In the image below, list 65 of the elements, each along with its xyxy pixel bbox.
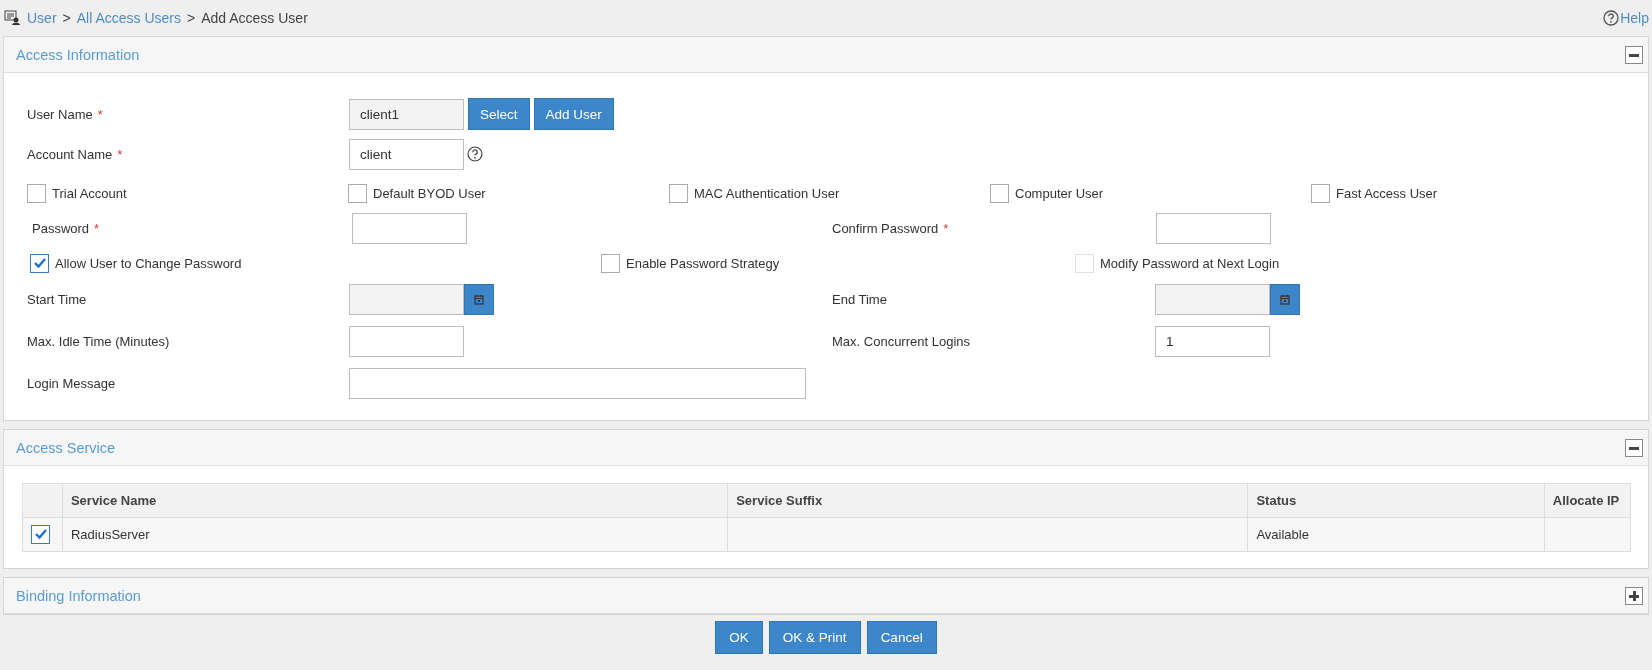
checkbox[interactable]: [601, 253, 620, 273]
help-icon: [1603, 10, 1620, 26]
column-header: Allocate IP: [1544, 483, 1631, 518]
field-label: Confirm Password: [832, 220, 939, 236]
breadcrumb-text: Add Access User: [201, 10, 308, 26]
checkbox[interactable]: [27, 183, 46, 203]
panel-title: Access Service: [16, 439, 116, 456]
form-button[interactable]: Cancel: [866, 621, 937, 654]
field-label: End Time: [832, 291, 887, 307]
required-mark: *: [117, 146, 123, 162]
panel-title: Binding Information: [16, 587, 141, 604]
input-field[interactable]: client: [349, 138, 464, 170]
checkbox-label: MAC Authentication User: [694, 185, 840, 201]
checkbox-label: Modify Password at Next Login: [1100, 255, 1280, 271]
calendar-button[interactable]: [464, 283, 494, 315]
checkbox[interactable]: [348, 183, 367, 203]
table-cell: RadiusServer: [62, 517, 728, 552]
calendar-button[interactable]: [1270, 283, 1300, 315]
field-label: Max. Concurrent Logins: [832, 333, 970, 349]
checkbox[interactable]: [30, 253, 49, 273]
required-mark: *: [97, 106, 103, 122]
breadcrumb-text: >: [62, 10, 71, 26]
user-list-icon: [4, 9, 21, 27]
required-mark: *: [943, 220, 949, 236]
input-field[interactable]: [1156, 212, 1271, 244]
help-link[interactable]: Help: [1603, 10, 1649, 26]
calendar-icon: [1280, 293, 1290, 305]
column-header: Service Name: [62, 483, 728, 518]
column-header: Service Suffix: [727, 483, 1248, 518]
form-button[interactable]: OK & Print: [768, 621, 861, 654]
checkbox-label: Computer User: [1015, 185, 1104, 201]
panel-title: Access Information: [16, 46, 140, 63]
input-field[interactable]: [349, 367, 806, 399]
checkbox[interactable]: [1311, 183, 1330, 203]
breadcrumb-link[interactable]: User: [27, 10, 57, 26]
input-field[interactable]: [352, 212, 467, 244]
input-field[interactable]: [349, 325, 464, 357]
breadcrumb-text: >: [187, 10, 196, 26]
check-icon: [32, 256, 47, 270]
help-icon[interactable]: [467, 146, 483, 162]
required-mark: *: [94, 220, 100, 236]
checkbox[interactable]: [990, 183, 1009, 203]
form-button[interactable]: OK: [715, 621, 763, 654]
field-label: Login Message: [27, 375, 116, 391]
column-header: Status: [1247, 483, 1545, 518]
check-icon: [33, 527, 48, 542]
checkbox-label: Fast Access User: [1336, 185, 1438, 201]
checkbox[interactable]: [31, 524, 50, 544]
field-label: Account Name: [27, 146, 113, 162]
checkbox-label: Trial Account: [52, 185, 127, 201]
expand-button[interactable]: [1625, 586, 1643, 605]
field-label: Password: [32, 220, 90, 236]
checkbox-label: Allow User to Change Password: [55, 255, 242, 271]
field-label: User Name: [27, 106, 93, 122]
checkbox-label: Enable Password Strategy: [626, 255, 780, 271]
calendar-icon: [474, 293, 484, 305]
table-cell: Available: [1247, 517, 1545, 552]
field-label: Start Time: [27, 291, 87, 307]
checkbox[interactable]: [669, 183, 688, 203]
field-label: Max. Idle Time (Minutes): [27, 333, 170, 349]
collapse-button[interactable]: [1625, 45, 1643, 64]
breadcrumb-link[interactable]: All Access Users: [76, 10, 181, 26]
checkbox-label: Default BYOD User: [373, 185, 486, 201]
input-field[interactable]: 1: [1155, 325, 1270, 357]
collapse-button[interactable]: [1625, 438, 1643, 457]
